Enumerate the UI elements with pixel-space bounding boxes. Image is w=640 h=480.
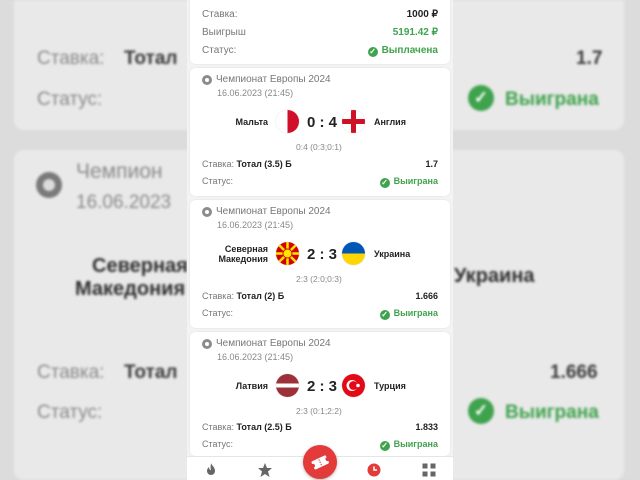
status-label: Статус: bbox=[202, 308, 233, 318]
league-name: Чемпионат Европы 2024 bbox=[216, 206, 331, 217]
football-icon bbox=[202, 207, 212, 217]
bg-check-icon-2: ✓ bbox=[468, 398, 494, 424]
bet-row: Ставка: Тотал (2.5) Б bbox=[202, 422, 292, 432]
match-date: 16.06.2023 (21:45) bbox=[217, 352, 294, 362]
odds-value: 1.666 bbox=[415, 291, 438, 301]
bg-status-2: Выиграна bbox=[505, 402, 599, 423]
match-card[interactable]: Чемпионат Европы 2024 16.06.2023 (21:45)… bbox=[190, 332, 450, 456]
status-label: Статус: bbox=[202, 439, 233, 449]
status-won: ✓ Выиграна bbox=[379, 176, 438, 188]
match-date: 16.06.2023 (21:45) bbox=[217, 220, 294, 230]
bg-league: Чемпион bbox=[76, 160, 163, 183]
period-scores: 2:3 (0:1;2:2) bbox=[296, 406, 342, 416]
home-team: Северная Македония bbox=[218, 244, 268, 264]
period-scores: 0:4 (0:3;0:1) bbox=[296, 142, 342, 152]
bet-summary-card: Ставка: 1000 ₽ Выигрыш 5191.42 ₽ Статус:… bbox=[190, 0, 450, 64]
bg-check-icon: ✓ bbox=[468, 85, 494, 111]
odds-value: 1.7 bbox=[425, 159, 438, 169]
ukraine-flag-icon bbox=[342, 242, 365, 265]
star-icon[interactable] bbox=[257, 462, 273, 478]
winnings-label: Выигрыш bbox=[202, 27, 246, 38]
home-team: Мальта bbox=[235, 117, 268, 127]
check-icon: ✓ bbox=[379, 178, 390, 188]
odds-value: 1.833 bbox=[415, 422, 438, 432]
check-icon: ✓ bbox=[379, 441, 390, 451]
latvia-flag-icon bbox=[276, 374, 299, 397]
status-label: Статус: bbox=[202, 45, 237, 56]
malta-flag-icon bbox=[276, 110, 299, 133]
league-name: Чемпионат Европы 2024 bbox=[216, 74, 331, 85]
football-icon bbox=[202, 75, 212, 85]
status-won: ✓ Выиграна bbox=[379, 439, 438, 451]
bg-home-line1: Северная bbox=[92, 255, 188, 277]
bottom-nav bbox=[187, 445, 453, 480]
bg-ball-icon bbox=[36, 172, 62, 198]
bet-row: Ставка: Тотал (3.5) Б bbox=[202, 159, 292, 169]
bg-status-label: Статус: bbox=[37, 89, 103, 110]
winnings-value: 5191.42 ₽ bbox=[392, 27, 438, 38]
bg-odds: 1.7 bbox=[576, 48, 603, 69]
match-date: 16.06.2023 (21:45) bbox=[217, 88, 294, 98]
turkey-flag-icon bbox=[342, 374, 365, 397]
bg-stake-label: Ставка: bbox=[37, 48, 105, 69]
away-team: Англия bbox=[374, 117, 406, 127]
fire-icon[interactable] bbox=[203, 462, 219, 478]
home-team: Латвия bbox=[235, 381, 268, 391]
stake-label: Ставка: bbox=[202, 9, 238, 20]
bg-odds-2: 1.666 bbox=[550, 362, 598, 383]
away-team: Турция bbox=[374, 381, 406, 391]
check-icon: ✓ bbox=[367, 47, 378, 57]
bg-status: Выиграна bbox=[505, 89, 599, 110]
check-icon: ✓ bbox=[379, 310, 390, 320]
match-score: 2 : 3 bbox=[307, 246, 338, 263]
bg-stake-label-2: Ставка: bbox=[37, 362, 105, 383]
match-card[interactable]: Чемпионат Европы 2024 16.06.2023 (21:45)… bbox=[190, 200, 450, 328]
status-label: Статус: bbox=[202, 176, 233, 186]
bg-home-line2: Македония bbox=[75, 278, 186, 300]
ticket-icon[interactable] bbox=[303, 445, 337, 479]
football-icon bbox=[202, 339, 212, 349]
grid-icon[interactable] bbox=[421, 462, 437, 478]
period-scores: 2:3 (2:0;0:3) bbox=[296, 274, 342, 284]
england-flag-icon bbox=[342, 110, 365, 133]
status-won: ✓ Выиграна bbox=[379, 308, 438, 320]
bg-away: Украина bbox=[454, 265, 535, 287]
away-team: Украина bbox=[374, 249, 411, 259]
bet-row: Ставка: Тотал (2) Б bbox=[202, 291, 285, 301]
status-paid: ✓ Выплачена bbox=[367, 45, 438, 57]
stake-value: 1000 ₽ bbox=[406, 9, 438, 20]
match-score: 2 : 3 bbox=[307, 378, 338, 395]
bg-date: 16.06.2023 bbox=[76, 192, 172, 213]
match-card[interactable]: Чемпионат Европы 2024 16.06.2023 (21:45)… bbox=[190, 68, 450, 196]
league-name: Чемпионат Европы 2024 bbox=[216, 338, 331, 349]
bg-bet-type: Тотал bbox=[124, 48, 178, 69]
north-macedonia-flag-icon bbox=[276, 242, 299, 265]
bg-status-label-2: Статус: bbox=[37, 402, 103, 423]
bg-bet-type-2: Тотал bbox=[124, 362, 178, 383]
phone-screen: Ставка: 1000 ₽ Выигрыш 5191.42 ₽ Статус:… bbox=[187, 0, 453, 480]
clock-icon[interactable] bbox=[366, 462, 382, 478]
match-score: 0 : 4 bbox=[307, 114, 338, 131]
